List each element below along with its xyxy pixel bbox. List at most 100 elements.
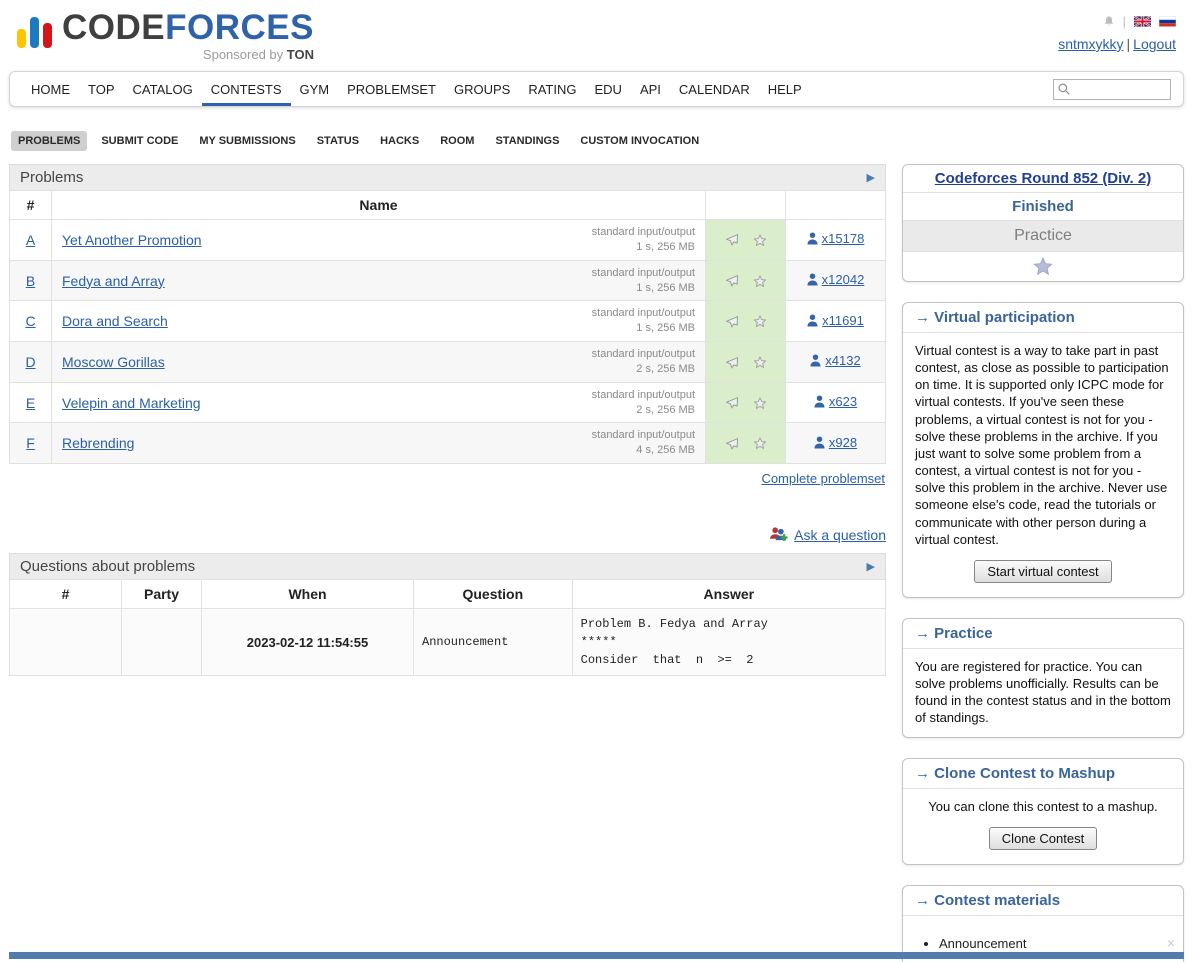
nav-item[interactable]: CALENDAR bbox=[670, 72, 759, 106]
problem-index-link[interactable]: F bbox=[26, 435, 35, 451]
favorite-star-icon[interactable] bbox=[752, 355, 768, 370]
answer-line: Consider that n >= 2 bbox=[581, 651, 877, 669]
bell-icon[interactable] bbox=[1103, 15, 1115, 28]
nav-item[interactable]: GROUPS bbox=[445, 72, 519, 106]
problem-name-link[interactable]: Velepin and Marketing bbox=[62, 395, 201, 411]
codeforces-logo[interactable]: CODEFORCES Sponsored by TON bbox=[17, 10, 314, 61]
solved-count-link[interactable]: x11691 bbox=[807, 313, 864, 328]
problem-limits: 2 s, 256 MB bbox=[592, 362, 695, 377]
col-header-index: # bbox=[10, 191, 52, 220]
subnav-item[interactable]: SUBMIT CODE bbox=[94, 131, 185, 151]
answer-line: ***** bbox=[581, 633, 877, 651]
problem-io: standard input/output bbox=[592, 306, 695, 321]
collapse-arrow-icon[interactable]: ▶ bbox=[867, 171, 875, 184]
problem-limits: 1 s, 256 MB bbox=[592, 281, 695, 296]
favorite-star-icon[interactable] bbox=[752, 314, 768, 329]
nav-item[interactable]: PROBLEMSET bbox=[338, 72, 445, 106]
submit-solution-icon[interactable] bbox=[723, 273, 740, 289]
material-link[interactable]: Announcement bbox=[939, 936, 1026, 951]
questions-col-header: # bbox=[10, 580, 122, 609]
close-icon[interactable]: × bbox=[1167, 934, 1175, 952]
person-icon bbox=[807, 232, 818, 245]
separator: | bbox=[1123, 14, 1126, 29]
subnav-item[interactable]: STATUS bbox=[310, 131, 366, 151]
complete-problemset-link[interactable]: Complete problemset bbox=[761, 471, 885, 486]
subnav-item[interactable]: MY SUBMISSIONS bbox=[192, 131, 302, 151]
questions-col-header: Question bbox=[414, 580, 573, 609]
practice-title: → Practice bbox=[903, 619, 1183, 649]
nav-item[interactable]: API bbox=[631, 72, 670, 106]
submit-solution-icon[interactable] bbox=[723, 232, 740, 248]
separator: | bbox=[1127, 36, 1131, 52]
sidebar: Codeforces Round 852 (Div. 2) Finished P… bbox=[902, 164, 1184, 962]
solved-count-link[interactable]: x4132 bbox=[810, 353, 860, 368]
solved-count: x15178 bbox=[822, 231, 865, 246]
logout-link[interactable]: Logout bbox=[1133, 36, 1176, 52]
problems-header-row: # Name bbox=[10, 191, 886, 220]
start-virtual-contest-button[interactable]: Start virtual contest bbox=[974, 560, 1111, 583]
flag-uk-icon[interactable] bbox=[1134, 16, 1151, 27]
submit-solution-icon[interactable] bbox=[723, 436, 740, 452]
nav-item[interactable]: CATALOG bbox=[124, 72, 202, 106]
problem-constraints: standard input/output 1 s, 256 MB bbox=[592, 266, 695, 296]
ask-question-link[interactable]: Ask a question bbox=[794, 527, 886, 543]
favorite-star-icon[interactable] bbox=[752, 274, 768, 289]
contest-title-link[interactable]: Codeforces Round 852 (Div. 2) bbox=[935, 170, 1151, 187]
logo-code: CODE bbox=[62, 8, 165, 47]
problem-limits: 4 s, 256 MB bbox=[592, 443, 695, 458]
nav-item[interactable]: EDU bbox=[585, 72, 630, 106]
col-header-actions bbox=[706, 191, 786, 220]
favorite-star-icon[interactable] bbox=[752, 396, 768, 411]
nav-item[interactable]: HOME bbox=[22, 72, 79, 106]
username-link[interactable]: sntmxykky bbox=[1058, 36, 1123, 52]
submit-solution-icon[interactable] bbox=[723, 355, 740, 371]
problem-name-link[interactable]: Rebrending bbox=[62, 435, 134, 451]
problem-row: E Velepin and Marketing standard input/o… bbox=[10, 382, 886, 423]
favorite-star-icon[interactable] bbox=[752, 436, 768, 451]
collapse-arrow-icon[interactable]: ▶ bbox=[867, 560, 875, 573]
below-problems: Complete problemset bbox=[10, 471, 885, 486]
flag-ru-icon[interactable] bbox=[1159, 16, 1176, 27]
problems-table: # Name A Y bbox=[9, 190, 886, 464]
subnav-item[interactable]: ROOM bbox=[433, 131, 481, 151]
subnav-item[interactable]: CUSTOM INVOCATION bbox=[573, 131, 706, 151]
problem-name-link[interactable]: Moscow Gorillas bbox=[62, 354, 165, 370]
questions-caption-label: Questions about problems bbox=[20, 558, 195, 575]
solved-count-link[interactable]: x623 bbox=[814, 394, 857, 409]
problem-index-link[interactable]: E bbox=[26, 395, 35, 411]
subnav-item[interactable]: STANDINGS bbox=[488, 131, 566, 151]
problem-index-link[interactable]: C bbox=[25, 313, 35, 329]
solved-count-link[interactable]: x15178 bbox=[807, 231, 865, 246]
person-icon bbox=[814, 395, 825, 408]
solved-count-link[interactable]: x12042 bbox=[807, 272, 865, 287]
contest-materials-box: → Contest materials Announcement × Tutor… bbox=[902, 885, 1184, 962]
problem-index-link[interactable]: B bbox=[26, 273, 35, 289]
problem-row: F Rebrending standard input/output 4 s, … bbox=[10, 423, 886, 464]
nav-item[interactable]: HELP bbox=[759, 72, 811, 106]
problem-io: standard input/output bbox=[592, 266, 695, 281]
problem-limits: 1 s, 256 MB bbox=[592, 321, 695, 336]
nav-item[interactable]: TOP bbox=[79, 72, 124, 106]
favorite-contest-star-icon[interactable] bbox=[1032, 256, 1054, 277]
logo-forces: FORCES bbox=[165, 8, 314, 47]
submit-solution-icon[interactable] bbox=[723, 395, 740, 411]
problem-name-link[interactable]: Fedya and Array bbox=[62, 273, 165, 289]
problem-name-link[interactable]: Dora and Search bbox=[62, 313, 168, 329]
subnav-item[interactable]: PROBLEMS bbox=[11, 131, 87, 151]
contest-subnav: PROBLEMS SUBMIT CODE MY SUBMISSIONS STATUS H… bbox=[9, 131, 1184, 151]
problem-index-link[interactable]: D bbox=[25, 354, 35, 370]
nav-item[interactable]: GYM bbox=[291, 72, 339, 106]
problem-row: D Moscow Gorillas standard input/output … bbox=[10, 342, 886, 383]
subnav-item[interactable]: HACKS bbox=[373, 131, 426, 151]
nav-item[interactable]: CONTESTS bbox=[202, 72, 291, 106]
problem-index-link[interactable]: A bbox=[26, 232, 35, 248]
submit-solution-icon[interactable] bbox=[723, 314, 740, 330]
questions-header-row: #PartyWhenQuestionAnswer bbox=[10, 580, 886, 609]
problem-name-link[interactable]: Yet Another Promotion bbox=[62, 232, 202, 248]
solved-count-link[interactable]: x928 bbox=[814, 435, 857, 450]
favorite-star-icon[interactable] bbox=[752, 233, 768, 248]
nav-item[interactable]: RATING bbox=[519, 72, 585, 106]
clone-contest-button[interactable]: Clone Contest bbox=[989, 827, 1097, 850]
questions-caption: Questions about problems ▶ bbox=[9, 553, 886, 579]
clone-mashup-text: You can clone this contest to a mashup. bbox=[915, 798, 1171, 815]
